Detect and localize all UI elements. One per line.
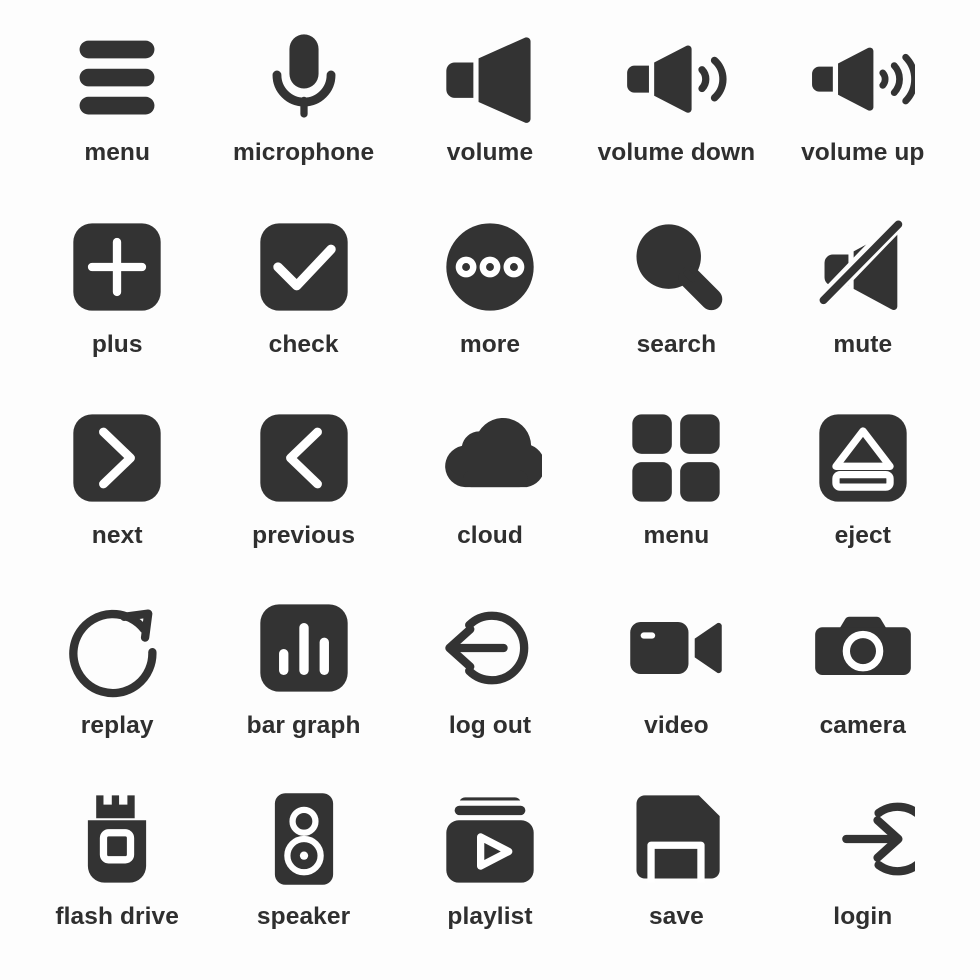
icon-cell-search[interactable]: search xyxy=(583,208,769,398)
icon-cell-log-out[interactable]: log out xyxy=(397,589,583,779)
icon-cell-menu-grid[interactable]: menu xyxy=(583,399,769,589)
speaker-icon[interactable] xyxy=(243,780,365,898)
icon-label: bar graph xyxy=(246,712,361,740)
icon-cell-flash-drive[interactable]: flash drive xyxy=(24,780,210,970)
icon-label: volume down xyxy=(597,139,756,166)
check-icon[interactable] xyxy=(243,208,365,326)
icon-label: login xyxy=(833,902,893,930)
icon-label: playlist xyxy=(447,902,533,930)
icon-label: menu xyxy=(84,139,151,166)
icon-label: search xyxy=(636,331,717,359)
more-icon[interactable] xyxy=(429,208,551,326)
volume-icon[interactable] xyxy=(429,18,551,134)
icon-cell-volume-down[interactable]: volume down xyxy=(583,18,769,208)
icon-cell-volume[interactable]: volume xyxy=(397,18,583,208)
icon-label: eject xyxy=(834,521,891,549)
icon-label: flash drive xyxy=(55,902,180,930)
playlist-icon[interactable] xyxy=(429,780,551,898)
icon-cell-speaker[interactable]: speaker xyxy=(210,780,396,970)
volume-down-icon[interactable] xyxy=(615,18,737,134)
icon-sheet: menu microphone volume volume down volum… xyxy=(0,0,980,980)
icon-label: speaker xyxy=(256,902,351,930)
icon-label: replay xyxy=(80,712,154,740)
icon-cell-check[interactable]: check xyxy=(210,208,396,398)
icon-cell-replay[interactable]: replay xyxy=(24,589,210,779)
log-out-icon[interactable] xyxy=(429,589,551,707)
floppy-disk-icon[interactable] xyxy=(615,780,737,898)
icon-label: volume xyxy=(446,139,534,166)
icon-cell-cloud[interactable]: cloud xyxy=(397,399,583,589)
icon-label: microphone xyxy=(232,139,375,166)
icon-cell-playlist[interactable]: playlist xyxy=(397,780,583,970)
icon-cell-menu-bars[interactable]: menu xyxy=(24,18,210,208)
bar-graph-icon[interactable] xyxy=(243,589,365,707)
cloud-icon[interactable] xyxy=(429,399,551,517)
icon-cell-save[interactable]: save xyxy=(583,780,769,970)
eject-icon[interactable] xyxy=(802,399,924,517)
flash-drive-icon[interactable] xyxy=(56,780,178,898)
video-camera-icon[interactable] xyxy=(615,589,737,707)
icon-cell-eject[interactable]: eject xyxy=(770,399,956,589)
icon-cell-plus[interactable]: plus xyxy=(24,208,210,398)
icon-label: menu xyxy=(643,521,710,549)
icon-label: more xyxy=(459,331,521,359)
plus-icon[interactable] xyxy=(56,208,178,326)
icon-cell-microphone[interactable]: microphone xyxy=(210,18,396,208)
camera-icon[interactable] xyxy=(802,589,924,707)
mute-icon[interactable] xyxy=(802,208,924,326)
icon-label: video xyxy=(644,712,709,740)
icon-label: check xyxy=(268,331,339,359)
search-icon[interactable] xyxy=(615,208,737,326)
icon-cell-volume-up[interactable]: volume up xyxy=(770,18,956,208)
icon-cell-previous[interactable]: previous xyxy=(210,399,396,589)
volume-up-icon[interactable] xyxy=(802,18,924,134)
icon-cell-camera[interactable]: camera xyxy=(770,589,956,779)
icon-label: camera xyxy=(819,712,906,740)
chevron-right-icon[interactable] xyxy=(56,399,178,517)
icon-label: next xyxy=(91,521,143,549)
icon-label: log out xyxy=(448,712,532,740)
icon-label: cloud xyxy=(457,521,523,549)
icon-cell-next[interactable]: next xyxy=(24,399,210,589)
icon-cell-more[interactable]: more xyxy=(397,208,583,398)
icon-label: volume up xyxy=(801,139,925,166)
login-icon[interactable] xyxy=(802,780,924,898)
icon-label: save xyxy=(648,902,704,930)
microphone-icon[interactable] xyxy=(243,18,365,134)
icon-cell-bar-graph[interactable]: bar graph xyxy=(210,589,396,779)
menu-bars-icon[interactable] xyxy=(56,18,178,134)
icon-cell-video[interactable]: video xyxy=(583,589,769,779)
icon-label: plus xyxy=(91,331,143,359)
icon-label: previous xyxy=(252,521,356,549)
menu-grid-icon[interactable] xyxy=(615,399,737,517)
icon-label: mute xyxy=(833,331,893,359)
icon-cell-login[interactable]: login xyxy=(770,780,956,970)
replay-icon[interactable] xyxy=(56,589,178,707)
chevron-left-icon[interactable] xyxy=(243,399,365,517)
icon-cell-mute[interactable]: mute xyxy=(770,208,956,398)
